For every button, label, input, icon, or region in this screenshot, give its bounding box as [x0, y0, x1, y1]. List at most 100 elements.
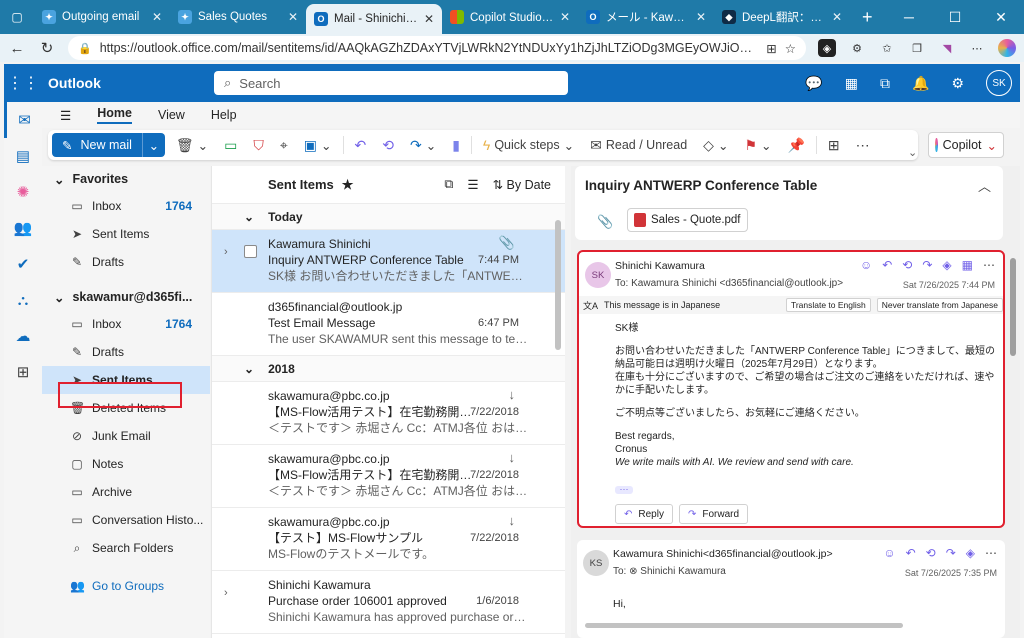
forward-button[interactable]: ↷ Forward [678, 504, 749, 524]
mail-icon[interactable]: ✉ [4, 102, 42, 138]
list-item[interactable]: d365financial@outlook.jp Test Email Mess… [212, 293, 565, 356]
move-button[interactable]: ▣ ⌄ [299, 133, 337, 157]
extension-icon[interactable]: ◈ [818, 39, 836, 57]
list-item[interactable]: › Shinichi Kawamura Purchase order 10600… [212, 571, 565, 634]
sort-button[interactable]: ⇅ By Date [493, 177, 551, 192]
close-icon[interactable]: ✕ [288, 10, 298, 24]
select-icon[interactable]: ⧉ [444, 177, 453, 192]
favorites-icon[interactable]: ✩ [878, 39, 896, 57]
delete-button[interactable]: 🗑 ⌄ [171, 133, 213, 157]
translate-button[interactable]: Translate to English [785, 298, 871, 312]
folder-notes[interactable]: ▢ Notes [42, 450, 210, 478]
calendar-icon[interactable]: ▤ [4, 138, 42, 174]
emoji-icon[interactable]: ☺ [883, 546, 895, 560]
chevron-up-icon[interactable]: ︿ [978, 176, 991, 195]
browser-tab-4[interactable]: O メール - Kawamura Shinichi ✕ [578, 0, 714, 34]
close-icon[interactable]: ✕ [560, 10, 570, 24]
report-button[interactable]: ⛉ [248, 133, 269, 157]
word-icon[interactable]: ▦ [845, 75, 858, 92]
tab-home[interactable]: Home [97, 106, 132, 124]
browser-tab-2[interactable]: O Mail - Shinichi Kawamura ✕ [306, 4, 442, 34]
avatar[interactable]: SK [986, 70, 1012, 96]
app-name[interactable]: Outlook [42, 75, 214, 91]
show-more-button[interactable]: ··· [615, 485, 633, 494]
split-screen-icon[interactable]: ⊞ [766, 41, 776, 56]
favorite-star-icon[interactable]: ☆ [785, 41, 796, 56]
hamburger-icon[interactable]: ☰ [60, 108, 71, 123]
loop-icon[interactable]: ◈ [942, 258, 951, 272]
list-item[interactable]: skawamura@pbc.co.jp 【MS-Flow活用テスト】在宅勤務開始… [212, 382, 565, 445]
emoji-icon[interactable]: ☺ [860, 258, 872, 272]
url-field[interactable]: 🔒 https://outlook.office.com/mail/sentit… [68, 36, 806, 60]
close-icon[interactable]: ✕ [152, 10, 162, 24]
back-icon[interactable]: ← [8, 40, 26, 57]
group-header[interactable]: ⌄ Today [212, 204, 565, 230]
tag-button[interactable]: ◇ ⌄ [698, 133, 733, 157]
tab-view[interactable]: View [158, 108, 185, 122]
gear-icon[interactable]: ⚙ [951, 75, 964, 92]
reply-all-icon[interactable]: ⟲ [902, 258, 912, 272]
tab-actions-icon[interactable]: ▢ [0, 10, 34, 24]
list-item[interactable]: › Kawamura Shinichi Inquiry ANTWERP Conf… [212, 230, 565, 293]
folder-drafts[interactable]: ✎ Drafts [42, 338, 210, 366]
reply-all-button[interactable]: ⟲ [377, 133, 399, 157]
read-unread-button[interactable]: ✉ Read / Unread [585, 133, 692, 157]
people-icon[interactable]: 👥 [4, 210, 42, 246]
todo-icon[interactable]: ✔ [4, 246, 42, 282]
lock-icon[interactable]: 🔒 [78, 42, 92, 55]
forward-icon[interactable]: ↷ [946, 546, 956, 560]
reply-all-icon[interactable]: ⟲ [926, 546, 936, 560]
close-icon[interactable]: ✕ [424, 12, 434, 26]
onedrive-icon[interactable]: ☁ [4, 318, 42, 354]
expand-ribbon-icon[interactable]: ⌄ [908, 146, 917, 159]
browser-tab-3[interactable]: Copilot Studio のライセンス ✕ [442, 0, 578, 34]
pin-button[interactable]: 📌 [782, 133, 809, 157]
copilot-button[interactable]: Copilot ⌄ [928, 132, 1004, 158]
apps-button[interactable]: ⊞ [823, 133, 845, 157]
copilot-rail-icon[interactable]: ✺ [4, 174, 42, 210]
copilot-icon[interactable] [998, 39, 1016, 57]
group-header[interactable]: ⌄ 2018 [212, 356, 565, 382]
reply-button[interactable]: ↶ Reply [615, 504, 673, 524]
list-item[interactable]: skawamura@pbc.co.jp 【MS-Flow活用テスト】在宅勤務開始… [212, 445, 565, 508]
maximize-icon[interactable]: ☐ [932, 9, 978, 26]
sender-name[interactable]: Shinichi Kawamura [615, 260, 705, 272]
forward-button[interactable]: ↷ ⌄ [405, 133, 441, 157]
new-tab-button[interactable]: + [850, 7, 885, 28]
chevron-down-icon[interactable]: ⌄ [987, 138, 997, 153]
chevron-right-icon[interactable]: › [224, 585, 228, 601]
filter-icon[interactable]: ☰ [467, 177, 478, 192]
star-icon[interactable]: ★ [342, 177, 354, 193]
select-checkbox[interactable] [244, 245, 257, 258]
new-window-icon[interactable]: ⧉ [880, 75, 890, 92]
folder-favorites-drafts[interactable]: ✎ Drafts [42, 248, 210, 276]
folder-favorites-inbox[interactable]: ▭ Inbox 1764 [42, 192, 210, 220]
extensions-puzzle-icon[interactable]: ⚙ [848, 39, 866, 57]
collections-icon[interactable]: ❐ [908, 39, 926, 57]
folder-junk-email[interactable]: ⊘ Junk Email [42, 422, 210, 450]
sender-name[interactable]: Kawamura Shinichi<d365financial@outlook.… [613, 548, 833, 560]
games-icon[interactable]: ◥ [938, 39, 956, 57]
browser-tab-5[interactable]: ◆ DeepL翻訳：高精度な翻訳 ✕ [714, 0, 850, 34]
account-header[interactable]: ⌄ skawamur@d365fi... [42, 284, 210, 310]
loop-icon[interactable]: ◈ [966, 546, 975, 560]
bell-icon[interactable]: 🔔 [912, 75, 929, 92]
org-chart-icon[interactable]: ⛬ [4, 282, 42, 318]
folder-conversation-history[interactable]: ▭ Conversation Histo... [42, 506, 210, 534]
chevron-down-icon[interactable]: ⌄ [143, 138, 165, 153]
reply-button[interactable]: ↶ [350, 133, 372, 157]
close-icon[interactable]: ✕ [832, 10, 842, 24]
app-launcher-icon[interactable]: ⋮⋮ [4, 73, 42, 93]
tab-help[interactable]: Help [211, 108, 237, 122]
go-to-groups-link[interactable]: 👥 Go to Groups [42, 572, 210, 600]
more-apps-icon[interactable]: ⊞ [4, 354, 42, 390]
chevron-right-icon[interactable]: › [224, 244, 228, 260]
more-options-button[interactable]: ⋯ [851, 133, 875, 157]
sweep-button[interactable]: ⌖ [275, 133, 293, 157]
refresh-icon[interactable]: ↻ [38, 39, 56, 57]
minimize-icon[interactable]: ─ [886, 9, 932, 26]
more-icon[interactable]: ⋯ [985, 546, 997, 560]
never-translate-button[interactable]: Never translate from Japanese [876, 298, 1003, 312]
horizontal-scrollbar[interactable] [585, 623, 903, 628]
archive-button[interactable]: ▭ [219, 133, 242, 157]
